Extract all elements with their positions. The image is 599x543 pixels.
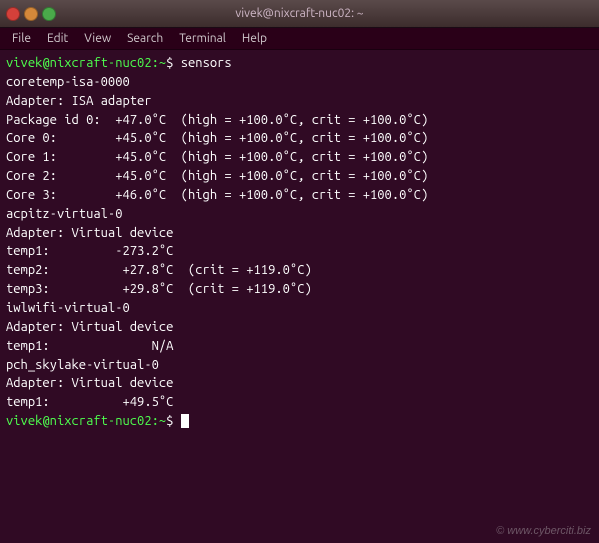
- terminal-cursor: [181, 414, 189, 428]
- terminal-output: temp1: +49.5°C: [6, 393, 593, 412]
- terminal-output: iwlwifi-virtual-0: [6, 299, 593, 318]
- terminal-prompt: vivek@nixcraft-nuc02:~$ sensors: [6, 54, 593, 73]
- terminal-output: Core 1: +45.0°C (high = +100.0°C, crit =…: [6, 148, 593, 167]
- menu-bar: File Edit View Search Terminal Help: [0, 28, 599, 50]
- menu-file[interactable]: File: [4, 30, 39, 47]
- terminal-output: temp2: +27.8°C (crit = +119.0°C): [6, 261, 593, 280]
- menu-view[interactable]: View: [76, 30, 119, 47]
- maximize-button[interactable]: [42, 7, 56, 21]
- terminal-output: Adapter: Virtual device: [6, 224, 593, 243]
- terminal-prompt: vivek@nixcraft-nuc02:~$: [6, 412, 593, 431]
- terminal-output: Adapter: ISA adapter: [6, 92, 593, 111]
- terminal-output: Core 2: +45.0°C (high = +100.0°C, crit =…: [6, 167, 593, 186]
- terminal-output: temp3: +29.8°C (crit = +119.0°C): [6, 280, 593, 299]
- terminal-output: temp1: -273.2°C: [6, 242, 593, 261]
- minimize-button[interactable]: [24, 7, 38, 21]
- window-title: vivek@nixcraft-nuc02: ~: [235, 7, 363, 20]
- terminal-output: Package id 0: +47.0°C (high = +100.0°C, …: [6, 111, 593, 130]
- terminal-output: Adapter: Virtual device: [6, 318, 593, 337]
- close-button[interactable]: [6, 7, 20, 21]
- terminal-output: Core 3: +46.0°C (high = +100.0°C, crit =…: [6, 186, 593, 205]
- window-controls[interactable]: [6, 7, 56, 21]
- terminal-window[interactable]: vivek@nixcraft-nuc02:~$ sensorscoretemp-…: [0, 50, 599, 543]
- watermark: © www.cyberciti.biz: [496, 525, 591, 537]
- terminal-output: acpitz-virtual-0: [6, 205, 593, 224]
- menu-terminal[interactable]: Terminal: [171, 30, 234, 47]
- title-bar: vivek@nixcraft-nuc02: ~: [0, 0, 599, 28]
- menu-search[interactable]: Search: [119, 30, 171, 47]
- menu-help[interactable]: Help: [234, 30, 275, 47]
- menu-edit[interactable]: Edit: [39, 30, 76, 47]
- terminal-output: pch_skylake-virtual-0: [6, 356, 593, 375]
- terminal-output: temp1: N/A: [6, 337, 593, 356]
- terminal-output: Adapter: Virtual device: [6, 374, 593, 393]
- terminal-output: Core 0: +45.0°C (high = +100.0°C, crit =…: [6, 129, 593, 148]
- terminal-output: coretemp-isa-0000: [6, 73, 593, 92]
